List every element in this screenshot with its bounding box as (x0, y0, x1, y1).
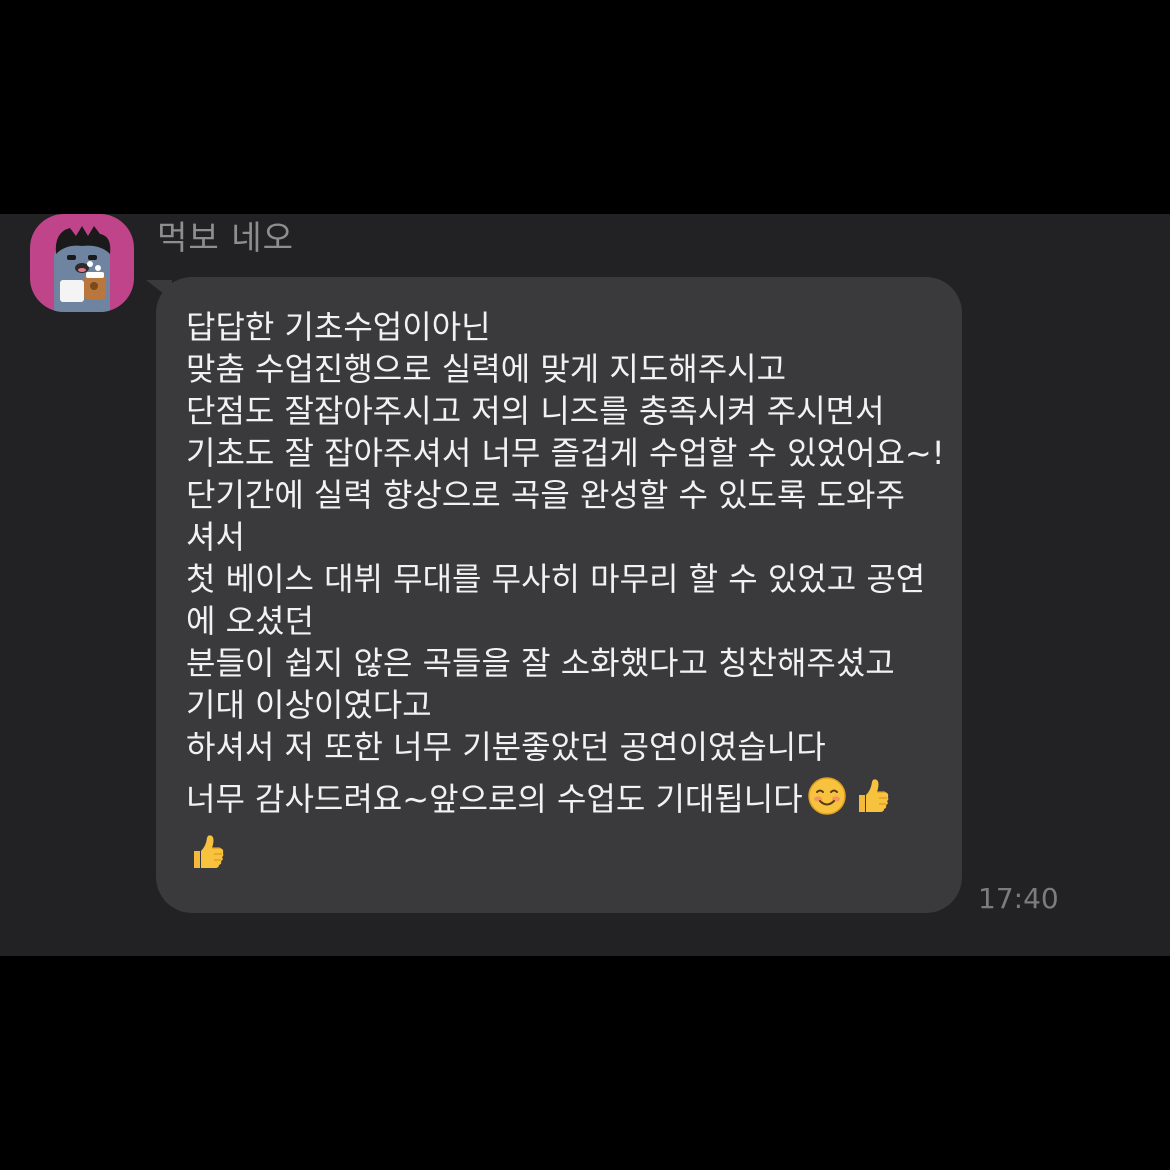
message-line: 맞춤 수업진행으로 실력에 맞게 지도해주시고 (186, 350, 787, 388)
message-line: 기초도 잘 잡아주셔서 너무 즐겁게 수업할 수 있었어요~! (186, 434, 945, 472)
message-line: 단기간에 실력 향상으로 곡을 완성할 수 있도록 도와주 (186, 476, 905, 514)
message-line: 단점도 잘잡아주시고 저의 니즈를 충족시켜 주시면서 (186, 392, 885, 430)
message-line: 에 오셨던 (186, 602, 314, 640)
message-line-with-emoji: 너무 감사드려요~앞으로의 수업도 기대됩니다 (186, 776, 946, 832)
message-bubble[interactable]: 답답한 기초수업이아닌 맞춤 수업진행으로 실력에 맞게 지도해주시고 단점도 … (156, 277, 962, 913)
message-text: 답답한 기초수업이아닌 맞춤 수업진행으로 실력에 맞게 지도해주시고 단점도 … (186, 306, 946, 888)
message-line: 분들이 쉽지 않은 곡들을 잘 소화했다고 칭찬해주셨고 (186, 644, 895, 682)
neo-cat-character-icon (54, 226, 111, 312)
sender-name: 먹보 네오 (157, 218, 294, 257)
message-line: 기대 이상이였다고 (186, 686, 432, 724)
message-line-emoji-only (186, 832, 946, 888)
screenshot-frame: 먹보 네오 답답한 기초수업이아닌 맞춤 수업진행으로 실력에 맞게 지도해주시… (0, 0, 1170, 1170)
message-line: 하셔서 저 또한 너무 기분좋았던 공연이였습니다 (186, 728, 826, 766)
message-line: 너무 감사드려요~앞으로의 수업도 기대됩니다 (186, 780, 803, 818)
smiling-face-icon (807, 777, 846, 815)
thumbs-up-icon (858, 779, 889, 812)
message-timestamp: 17:40 (978, 882, 1059, 915)
message-line: 답답한 기초수업이아닌 (186, 308, 491, 346)
thumbs-up-icon (194, 835, 224, 868)
message-line: 셔서 (186, 518, 245, 556)
sender-avatar[interactable] (30, 214, 134, 312)
message-line: 첫 베이스 대뷔 무대를 무사히 마무리 할 수 있었고 공연 (186, 560, 926, 598)
